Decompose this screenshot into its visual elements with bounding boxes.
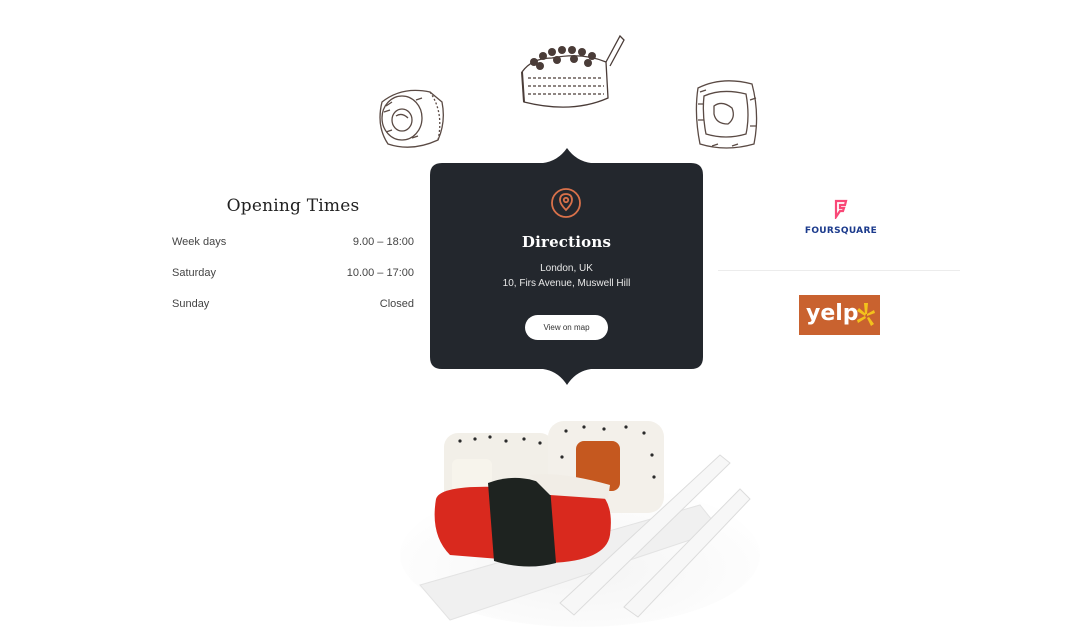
hours-day-label: Sunday: [172, 298, 210, 310]
foursquare-logo-icon: [834, 199, 848, 221]
hours-row-saturday: Saturday 10.00 – 17:00: [172, 267, 414, 298]
hours-day-label: Saturday: [172, 267, 217, 279]
hours-value: Closed: [379, 298, 414, 310]
yelp-label: yelp: [806, 301, 859, 326]
hours-value: 9.00 – 18:00: [352, 236, 414, 248]
directions-title: Directions: [521, 233, 612, 251]
hours-row-sunday: Sunday Closed: [172, 298, 414, 329]
address-line-city: London, UK: [540, 263, 593, 274]
opening-times-section: Opening Times Week days 9.00 – 18:00 Sat…: [172, 196, 414, 329]
sushi-roll-sketch-right: [695, 80, 758, 149]
yelp-link[interactable]: yelp: [799, 295, 880, 335]
hours-row-weekdays: Week days 9.00 – 18:00: [172, 236, 414, 267]
address-line-street: 10, Firs Avenue, Muswell Hill: [502, 278, 631, 289]
foursquare-label: FOURSQUARE: [804, 226, 878, 236]
directions-card: Directions London, UK 10, Firs Avenue, M…: [430, 148, 703, 386]
yelp-burst-icon: [857, 303, 875, 326]
hours-value: 10.00 – 17:00: [346, 267, 414, 279]
review-divider: [718, 270, 960, 271]
sushi-photo: [400, 421, 760, 627]
foursquare-link[interactable]: FOURSQUARE: [801, 199, 881, 236]
opening-times-title: Opening Times: [226, 196, 360, 216]
hours-day-label: Week days: [172, 236, 227, 248]
sushi-sketch-illustrations: [360, 20, 780, 160]
location-pin-icon: [551, 188, 581, 218]
sushi-roll-sketch-left: [379, 89, 444, 148]
view-on-map-button[interactable]: View on map: [525, 315, 608, 340]
gunkan-sushi-sketch-center: [521, 34, 625, 108]
